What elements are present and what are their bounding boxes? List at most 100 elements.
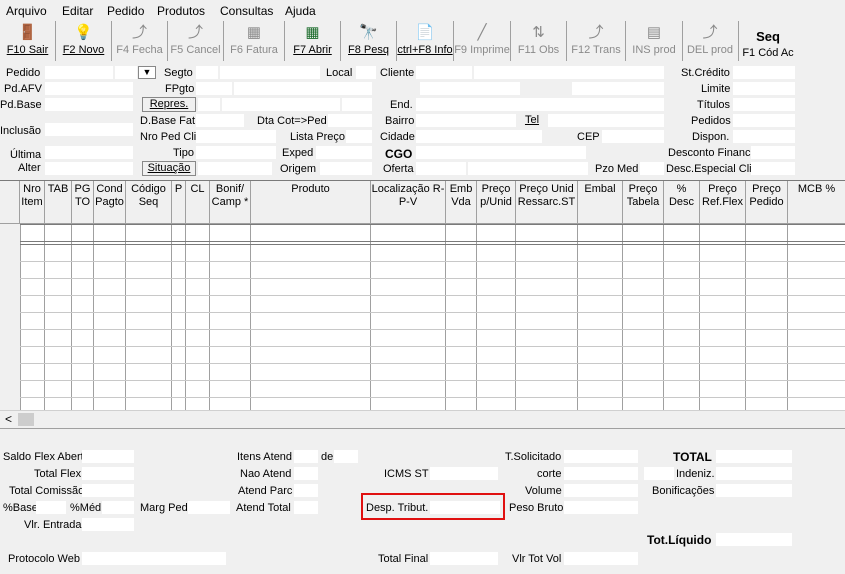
peso-bruto-field[interactable] [564,501,638,514]
col-bonif-camp[interactable]: Bonif/ Camp * [210,181,251,224]
t-solicitado-field[interactable] [564,450,638,463]
scroll-left-icon[interactable]: < [5,412,12,426]
col-preco-ressarc[interactable]: Preço Unid Ressarc.ST [516,181,578,224]
marg-ped-field[interactable] [188,501,230,514]
pedido-field[interactable] [45,66,113,79]
segto-field[interactable] [220,66,320,79]
pct-base-field[interactable] [36,501,66,514]
insert-product-button[interactable]: ▤ INS prod [626,21,683,61]
segto-code-field[interactable] [196,66,218,79]
bairro-field[interactable] [416,114,516,127]
tot-liquido-field[interactable] [716,533,792,546]
icms-st-field[interactable] [430,467,498,480]
col-emb-vda[interactable]: Emb Vda [446,181,477,224]
ultima-field[interactable] [45,146,133,159]
alter-field[interactable] [45,162,133,175]
cidade-field[interactable] [416,130,542,143]
total-comissao-field[interactable] [82,484,134,497]
col-preco-ref-flex[interactable]: Preço Ref.Flex [700,181,746,224]
search-button[interactable]: 🔭 F8 Pesq [341,21,397,61]
nao-atend-field[interactable] [294,467,318,480]
cgo-field[interactable] [416,146,586,159]
desconto-financ-field[interactable] [751,146,795,159]
col-preco-unid[interactable]: Preço p/Unid [477,181,516,224]
itens-atend-field[interactable] [294,450,318,463]
limite-field[interactable] [733,82,795,95]
close-order-button[interactable]: ⤴ F4 Fecha [112,21,168,61]
origem-field[interactable] [320,162,372,175]
cancel-button[interactable]: ⤴ F5 Cancel [168,21,224,61]
col-cl[interactable]: CL [186,181,210,224]
total-final-field[interactable] [430,552,498,565]
tel-field[interactable] [548,114,664,127]
invoice-button[interactable]: ▦ F6 Fatura [224,21,285,61]
total-flex-field[interactable] [82,467,134,480]
repres-button[interactable]: Repres. [142,97,196,112]
obs-button[interactable]: ⇅ F11 Obs [511,21,567,61]
oferta-code-field[interactable] [416,162,466,175]
pd-afv-field[interactable] [45,82,133,95]
exped-field[interactable] [316,146,372,159]
transfer-button[interactable]: ⤴ F12 Trans [567,21,626,61]
vlr-tot-vol-field[interactable] [564,552,638,565]
col-localizacao[interactable]: Localização R-P-V [371,181,446,224]
end-field[interactable] [416,98,664,111]
saldo-flex-field[interactable] [82,450,134,463]
fpgto-field[interactable] [234,82,372,95]
col-tab[interactable]: TAB [45,181,72,224]
inclusao-field[interactable] [45,123,133,136]
desc-especial-field[interactable] [751,162,795,175]
bonificacoes-field[interactable] [716,484,792,497]
atend-parc-field[interactable] [294,484,318,497]
col-cond-pagto[interactable]: Cond Pagto [94,181,126,224]
address-extra-field[interactable] [420,82,520,95]
pzo-med-field[interactable] [640,162,664,175]
exit-button[interactable]: 🚪 F10 Sair [0,21,56,61]
indeniz-field[interactable] [716,467,792,480]
horizontal-scrollbar[interactable]: < [0,410,845,428]
open-button[interactable]: ▦ F7 Abrir [285,21,341,61]
col-desc[interactable]: % Desc [664,181,700,224]
info-button[interactable]: 📄 ctrl+F8 Info [397,21,454,61]
col-nro-item[interactable]: Nro Item [20,181,45,224]
tel-button[interactable]: Tel [518,114,546,128]
seq-button[interactable]: Seq F1 Cód Ac [738,21,797,61]
local-field[interactable] [356,66,376,79]
col-mcb[interactable]: MCB % [788,181,845,224]
tipo-field[interactable] [196,146,276,159]
col-produto[interactable]: Produto [251,181,371,224]
nro-ped-cli-field[interactable] [196,130,276,143]
protocolo-web-field[interactable] [82,552,226,565]
print-button[interactable]: ╱ F9 Imprime [454,21,511,61]
corte-field[interactable] [564,467,638,480]
menu-pedido[interactable]: Pedido [107,4,144,18]
col-codigo-seq[interactable]: Código Seq [126,181,172,224]
items-grid[interactable]: Nro Item TAB PG TO Cond Pagto Código Seq… [0,180,845,428]
pedidos-field[interactable] [733,114,795,127]
col-pgto[interactable]: PG TO [72,181,94,224]
fpgto-code-field[interactable] [196,82,232,95]
col-preco-tabela[interactable]: Preço Tabela [623,181,664,224]
volume-field[interactable] [564,484,638,497]
address-extra2-field[interactable] [572,82,664,95]
pedido-extra-field[interactable] [115,66,137,79]
cep-field[interactable] [602,130,664,143]
lista-preco-field[interactable] [346,130,372,143]
scroll-thumb[interactable] [18,413,34,426]
pedido-dropdown[interactable]: ▼ [138,66,156,79]
delete-product-button[interactable]: ⤴ DEL prod [683,21,737,61]
repres-field[interactable] [222,98,340,111]
cliente-code-field[interactable] [416,66,472,79]
col-preco-pedido[interactable]: Preço Pedido [746,181,788,224]
repres-code-field[interactable] [198,98,220,111]
st-credito-field[interactable] [733,66,795,79]
oferta-field[interactable] [468,162,588,175]
col-p[interactable]: P [172,181,186,224]
menu-editar[interactable]: Editar [62,4,93,18]
repres-extra-field[interactable] [342,98,372,111]
situacao-field[interactable] [198,162,272,175]
menu-produtos[interactable]: Produtos [157,4,205,18]
pd-base-field[interactable] [45,98,133,111]
itens-total-field[interactable] [334,450,358,463]
indeniz-code-field[interactable] [644,467,674,480]
